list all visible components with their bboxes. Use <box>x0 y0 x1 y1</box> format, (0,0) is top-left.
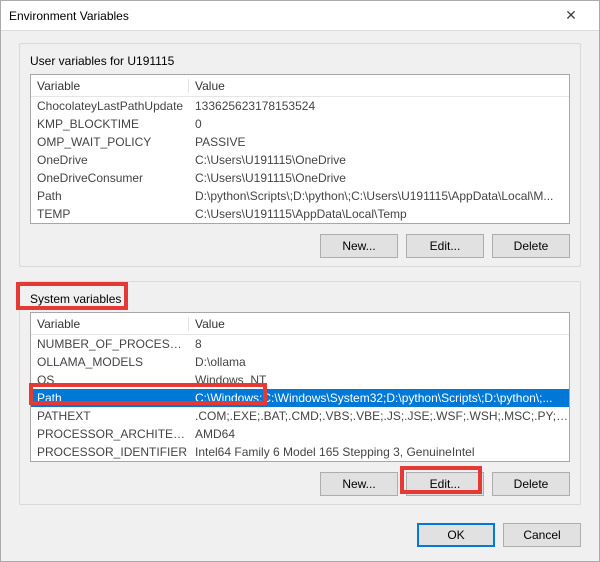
table-row[interactable]: NUMBER_OF_PROCESSORS8 <box>31 335 569 353</box>
var-name: ChocolateyLastPathUpdate <box>31 99 189 113</box>
system-buttons: New... Edit... Delete <box>30 472 570 496</box>
list-header: Variable Value <box>31 313 569 335</box>
list-header: Variable Value <box>31 75 569 97</box>
dialog-title: Environment Variables <box>9 9 551 23</box>
user-new-button[interactable]: New... <box>320 234 398 258</box>
var-name: OneDriveConsumer <box>31 171 189 185</box>
var-name: Path <box>31 189 189 203</box>
table-row[interactable]: PROCESSOR_IDENTIFIERIntel64 Family 6 Mod… <box>31 443 569 461</box>
var-value: .COM;.EXE;.BAT;.CMD;.VBS;.VBE;.JS;.JSE;.… <box>189 409 569 423</box>
cancel-button[interactable]: Cancel <box>503 523 581 547</box>
system-variables-group: System variables Variable Value NUMBER_O… <box>19 281 581 505</box>
table-row[interactable]: OSWindows_NT <box>31 371 569 389</box>
var-name: PROCESSOR_IDENTIFIER <box>31 445 189 459</box>
user-delete-button[interactable]: Delete <box>492 234 570 258</box>
table-row[interactable]: OMP_WAIT_POLICYPASSIVE <box>31 133 569 151</box>
var-value: PASSIVE <box>189 135 569 149</box>
user-rows[interactable]: ChocolateyLastPathUpdate1336256231781535… <box>31 97 569 223</box>
system-variables-list[interactable]: Variable Value NUMBER_OF_PROCESSORS8OLLA… <box>30 312 570 462</box>
var-value: Intel64 Family 6 Model 165 Stepping 3, G… <box>189 445 569 459</box>
table-row[interactable]: PATHEXT.COM;.EXE;.BAT;.CMD;.VBS;.VBE;.JS… <box>31 407 569 425</box>
var-name: TEMP <box>31 207 189 221</box>
ok-button[interactable]: OK <box>417 523 495 547</box>
var-name: OS <box>31 373 189 387</box>
table-row[interactable]: ChocolateyLastPathUpdate1336256231781535… <box>31 97 569 115</box>
var-value: AMD64 <box>189 427 569 441</box>
user-variables-label: User variables for U191115 <box>30 54 174 68</box>
table-row[interactable]: PROCESSOR_ARCHITECTUREAMD64 <box>31 425 569 443</box>
var-value: C:\Users\U191115\OneDrive <box>189 153 569 167</box>
dialog-content: User variables for U191115 Variable Valu… <box>1 31 599 515</box>
table-row[interactable]: OneDriveC:\Users\U191115\OneDrive <box>31 151 569 169</box>
var-name: PROCESSOR_ARCHITECTURE <box>31 427 189 441</box>
table-row[interactable]: KMP_BLOCKTIME0 <box>31 115 569 133</box>
table-row[interactable]: OneDriveConsumerC:\Users\U191115\OneDriv… <box>31 169 569 187</box>
var-value: D:\ollama <box>189 355 569 369</box>
var-name: NUMBER_OF_PROCESSORS <box>31 337 189 351</box>
dialog-footer: OK Cancel <box>1 515 599 561</box>
column-header-value[interactable]: Value <box>189 317 569 331</box>
user-variables-group: User variables for U191115 Variable Valu… <box>19 43 581 267</box>
var-name: KMP_BLOCKTIME <box>31 117 189 131</box>
var-name: OLLAMA_MODELS <box>31 355 189 369</box>
var-value: Windows_NT <box>189 373 569 387</box>
column-header-value[interactable]: Value <box>189 79 569 93</box>
table-row[interactable]: TEMPC:\Users\U191115\AppData\Local\Temp <box>31 205 569 223</box>
system-rows[interactable]: NUMBER_OF_PROCESSORS8OLLAMA_MODELSD:\oll… <box>31 335 569 461</box>
var-value: C:\Users\U191115\OneDrive <box>189 171 569 185</box>
system-new-button[interactable]: New... <box>320 472 398 496</box>
var-value: C:\Windows;C:\Windows\System32;D:\python… <box>189 391 569 405</box>
var-name: OneDrive <box>31 153 189 167</box>
system-variables-label: System variables <box>30 292 121 306</box>
var-value: D:\python\Scripts\;D:\python\;C:\Users\U… <box>189 189 569 203</box>
column-header-variable[interactable]: Variable <box>31 317 189 331</box>
var-value: 8 <box>189 337 569 351</box>
var-value: C:\Users\U191115\AppData\Local\Temp <box>189 207 569 221</box>
var-name: PATHEXT <box>31 409 189 423</box>
system-delete-button[interactable]: Delete <box>492 472 570 496</box>
user-edit-button[interactable]: Edit... <box>406 234 484 258</box>
user-variables-list[interactable]: Variable Value ChocolateyLastPathUpdate1… <box>30 74 570 224</box>
var-value: 0 <box>189 117 569 131</box>
system-edit-button[interactable]: Edit... <box>406 472 484 496</box>
titlebar: Environment Variables ✕ <box>1 1 599 31</box>
table-row[interactable]: OLLAMA_MODELSD:\ollama <box>31 353 569 371</box>
column-header-variable[interactable]: Variable <box>31 79 189 93</box>
var-value: 133625623178153524 <box>189 99 569 113</box>
var-name: Path <box>31 391 189 405</box>
user-buttons: New... Edit... Delete <box>30 234 570 258</box>
table-row[interactable]: PathD:\python\Scripts\;D:\python\;C:\Use… <box>31 187 569 205</box>
var-name: OMP_WAIT_POLICY <box>31 135 189 149</box>
close-icon[interactable]: ✕ <box>551 7 591 24</box>
table-row[interactable]: PathC:\Windows;C:\Windows\System32;D:\py… <box>31 389 569 407</box>
env-vars-dialog: Environment Variables ✕ User variables f… <box>0 0 600 562</box>
